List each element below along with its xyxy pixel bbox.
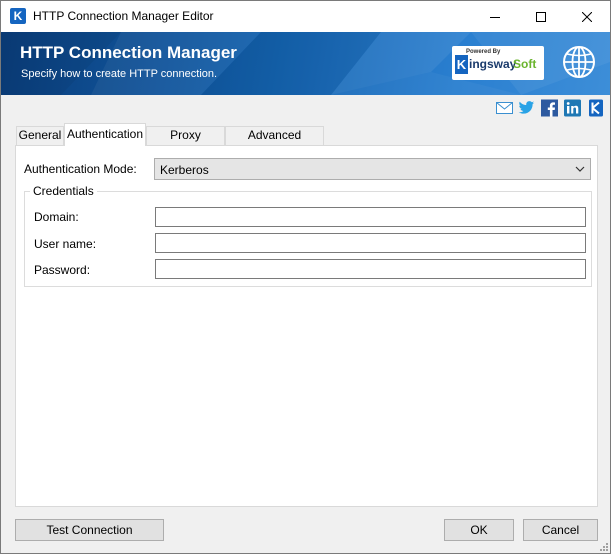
logo-k-mark: K: [455, 55, 468, 74]
username-label: User name:: [34, 237, 97, 251]
kingswaysoft-k-icon: K: [10, 8, 26, 24]
header-banner: HTTP Connection Manager Specify how to c…: [1, 32, 610, 95]
authentication-mode-label: Authentication Mode:: [24, 162, 137, 176]
tab-proxy-settings[interactable]: Proxy Settings: [146, 126, 225, 159]
password-label: Password:: [34, 263, 91, 277]
credentials-group-title: Credentials: [30, 184, 97, 198]
kingswaysoft-logo[interactable]: Powered By K ingsway Soft: [452, 46, 544, 80]
close-icon: [582, 11, 592, 22]
banner-subtitle: Specify how to create HTTP connection.: [21, 68, 218, 80]
resize-grip-icon[interactable]: [599, 542, 609, 552]
minimize-icon: [490, 16, 500, 18]
domain-input[interactable]: [155, 207, 586, 227]
logo-brand-soft: Soft: [513, 57, 537, 71]
kingswaysoft-icon[interactable]: [589, 99, 603, 117]
domain-label: Domain:: [34, 210, 79, 224]
test-connection-button[interactable]: Test Connection: [15, 519, 164, 541]
tab-authentication[interactable]: Authentication: [64, 123, 146, 146]
authentication-mode-value: Kerberos: [160, 163, 209, 177]
banner-title: HTTP Connection Manager: [20, 43, 237, 62]
logo-powered-by: Powered By: [466, 49, 501, 55]
cancel-button[interactable]: Cancel: [523, 519, 598, 541]
tab-advanced-settings[interactable]: Advanced Settings: [225, 126, 324, 159]
minimize-button[interactable]: [472, 1, 518, 32]
password-input[interactable]: [155, 259, 586, 279]
maximize-button[interactable]: [518, 1, 564, 32]
ok-button[interactable]: OK: [444, 519, 514, 541]
close-button[interactable]: [564, 1, 610, 32]
title-bar[interactable]: K HTTP Connection Manager Editor: [1, 1, 610, 32]
facebook-icon[interactable]: [541, 99, 558, 117]
maximize-icon: [536, 11, 546, 22]
window-title: HTTP Connection Manager Editor: [33, 9, 214, 23]
logo-brand-name: ingsway: [469, 57, 517, 71]
twitter-icon[interactable]: [518, 99, 535, 117]
mail-icon[interactable]: [496, 99, 513, 117]
chevron-down-icon: [575, 166, 585, 172]
authentication-mode-dropdown[interactable]: Kerberos: [154, 158, 591, 180]
authentication-tab-panel: Authentication Mode: Kerberos Credential…: [15, 145, 598, 507]
username-input[interactable]: [155, 233, 586, 253]
dialog-window: K HTTP Connection Manager Editor HTTP Co…: [0, 0, 611, 554]
globe-icon[interactable]: [562, 45, 596, 79]
linkedin-icon[interactable]: [564, 99, 581, 117]
tab-general[interactable]: General: [16, 126, 64, 145]
credentials-groupbox: Credentials Domain: User name: Password:: [24, 184, 592, 287]
